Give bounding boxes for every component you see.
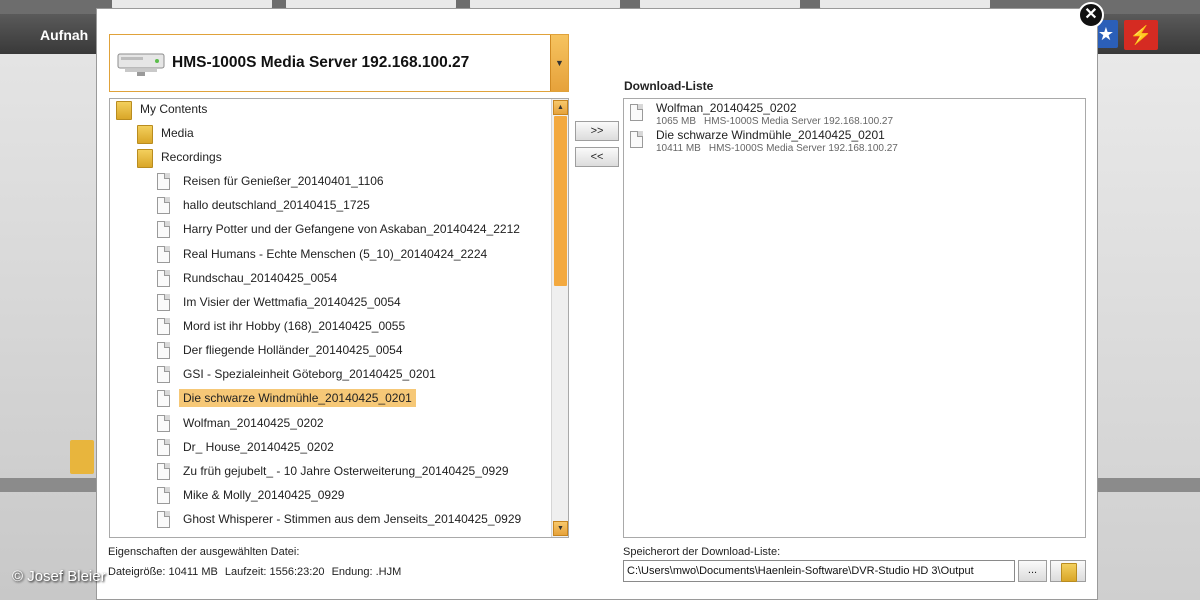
- close-icon[interactable]: ✕: [1078, 2, 1104, 28]
- browse-button[interactable]: ...: [1018, 560, 1047, 582]
- recording-item-selected[interactable]: Die schwarze Windmühle_20140425_0201: [157, 387, 416, 409]
- recording-label: Mike & Molly_20140425_0929: [183, 488, 345, 502]
- download-item-server: HMS-1000S Media Server 192.168.100.27: [708, 143, 898, 154]
- recording-item[interactable]: Wolfman_20140425_0202: [157, 412, 328, 434]
- download-item-size: 10411 MB: [656, 143, 701, 154]
- folder-icon: [137, 148, 153, 168]
- file-icon: [157, 510, 170, 528]
- recording-item[interactable]: hallo deutschland_20140415_1725: [157, 194, 374, 216]
- tree-folder-label: Recordings: [161, 150, 222, 164]
- file-icon: [157, 269, 170, 287]
- copyright-watermark: © Josef Bleier: [12, 568, 106, 585]
- file-icon: [157, 196, 170, 214]
- file-properties-title: Eigenschaften der ausgewählten Datei:: [108, 546, 300, 558]
- recording-label: Der fliegende Holländer_20140425_0054: [183, 343, 403, 357]
- download-item-server: HMS-1000S Media Server 192.168.100.27: [704, 116, 894, 127]
- file-icon: [157, 317, 170, 335]
- folder-icon: [116, 100, 132, 120]
- recording-label: Im Visier der Wettmafia_20140425_0054: [183, 295, 401, 309]
- file-icon: [157, 438, 170, 456]
- recording-label: Harry Potter und der Gefangene von Askab…: [183, 222, 520, 236]
- scroll-up-icon[interactable]: ▲: [553, 100, 568, 115]
- file-extension: Endung: .HJM: [331, 566, 402, 578]
- recording-label: Real Humans - Echte Menschen (5_10)_2014…: [183, 247, 488, 261]
- file-icon: [630, 131, 643, 148]
- open-folder-button[interactable]: [1050, 560, 1086, 582]
- chevron-down-icon[interactable]: ▼: [550, 35, 568, 91]
- recording-label: Zu früh gejubelt_ - 10 Jahre Osterweiter…: [183, 464, 509, 478]
- recording-label: Ghost Whisperer - Stimmen aus dem Jensei…: [183, 512, 522, 526]
- file-size: Dateigröße: 10411 MB: [108, 566, 218, 578]
- file-icon: [157, 365, 170, 383]
- recording-label: Die schwarze Windmühle_20140425_0201: [179, 389, 416, 407]
- recording-item[interactable]: Harry Potter und der Gefangene von Askab…: [157, 218, 524, 240]
- recording-item[interactable]: Der fliegende Holländer_20140425_0054: [157, 339, 407, 361]
- tree-scrollbar[interactable]: ▲ ▼: [551, 99, 568, 537]
- file-properties: Dateigröße: 10411 MB Laufzeit: 1556:23:20…: [108, 566, 401, 578]
- background-right-panel: [1098, 54, 1200, 600]
- recording-label: Mord ist ihr Hobby (168)_20140425_0055: [183, 319, 406, 333]
- lightning-icon[interactable]: ⚡: [1124, 20, 1158, 50]
- file-icon: [157, 172, 170, 190]
- recording-label: GSI - Spezialeinheit Göteborg_20140425_0…: [183, 367, 436, 381]
- recording-item[interactable]: Mord ist ihr Hobby (168)_20140425_0055: [157, 315, 409, 337]
- file-icon: [157, 245, 170, 263]
- background-app-title: Aufnah: [40, 27, 89, 43]
- recording-item[interactable]: Real Humans - Echte Menschen (5_10)_2014…: [157, 243, 491, 265]
- scroll-thumb[interactable]: [554, 116, 567, 286]
- file-duration: Laufzeit: 1556:23:20: [224, 566, 325, 578]
- recording-label: Rundschau_20140425_0054: [183, 271, 338, 285]
- background-left-panel: [0, 54, 96, 600]
- recording-item[interactable]: GSI - Spezialeinheit Göteborg_20140425_0…: [157, 363, 440, 385]
- file-icon: [157, 389, 170, 407]
- recording-item[interactable]: Reisen für Genießer_20140401_1106: [157, 170, 388, 192]
- tree-folder-media[interactable]: Media: [137, 122, 198, 144]
- tree-root-label: My Contents: [140, 102, 208, 116]
- scroll-down-icon[interactable]: ▼: [553, 521, 568, 536]
- tree-root[interactable]: My Contents: [116, 99, 211, 120]
- recording-item[interactable]: Mike & Molly_20140425_0929: [157, 484, 348, 506]
- add-to-list-button[interactable]: >>: [575, 121, 619, 141]
- download-list-item[interactable]: Die schwarze Windmühle_20140425_0201 104…: [630, 129, 898, 155]
- save-location-input[interactable]: [623, 560, 1015, 582]
- download-item-meta: 10411 MB HMS-1000S Media Server 192.168.1…: [656, 142, 898, 155]
- recording-label: Dr_ House_20140425_0202: [183, 440, 334, 454]
- file-icon: [157, 341, 170, 359]
- file-icon: [157, 293, 170, 311]
- server-label: HMS-1000S Media Server 192.168.100.27: [172, 54, 470, 71]
- recording-item[interactable]: Im Visier der Wettmafia_20140425_0054: [157, 291, 405, 313]
- download-list-item[interactable]: Wolfman_20140425_0202 1065 MB HMS-1000S M…: [630, 102, 893, 128]
- file-icon: [157, 220, 170, 238]
- recording-label: Wolfman_20140425_0202: [183, 416, 324, 430]
- download-list-heading: Download-Liste: [624, 79, 714, 93]
- file-icon: [630, 104, 643, 121]
- content-tree: My Contents Media Recordings Reisen für …: [109, 98, 569, 538]
- download-item-name: Wolfman_20140425_0202: [656, 101, 797, 115]
- download-item-size: 1065 MB: [656, 116, 697, 127]
- background-folder-icon: [70, 440, 94, 474]
- recording-label: hallo deutschland_20140415_1725: [183, 198, 370, 212]
- server-select[interactable]: HMS-1000S Media Server 192.168.100.27 ▼: [109, 34, 569, 92]
- recording-item[interactable]: Zu früh gejubelt_ - 10 Jahre Osterweiter…: [157, 460, 513, 482]
- recording-item[interactable]: Dr_ House_20140425_0202: [157, 436, 338, 458]
- recording-label: Reisen für Genießer_20140401_1106: [183, 174, 384, 188]
- folder-icon: [1061, 563, 1077, 582]
- folder-icon: [137, 124, 153, 144]
- download-list: Wolfman_20140425_0202 1065 MB HMS-1000S M…: [623, 98, 1086, 538]
- save-location-title: Speicherort der Download-Liste:: [623, 546, 781, 558]
- download-item-meta: 1065 MB HMS-1000S Media Server 192.168.10…: [656, 115, 893, 128]
- tree-folder-label: Media: [161, 126, 194, 140]
- file-icon: [157, 414, 170, 432]
- download-dialog: HMS-1000S Media Server 192.168.100.27 ▼ …: [96, 8, 1098, 600]
- recording-item[interactable]: Ghost Whisperer - Stimmen aus dem Jensei…: [157, 508, 525, 530]
- media-server-icon: [117, 53, 165, 76]
- tree-folder-recordings[interactable]: Recordings: [137, 146, 226, 168]
- file-icon: [157, 462, 170, 480]
- download-item-name: Die schwarze Windmühle_20140425_0201: [656, 128, 885, 142]
- file-icon: [157, 486, 170, 504]
- recording-item[interactable]: Rundschau_20140425_0054: [157, 267, 341, 289]
- remove-from-list-button[interactable]: <<: [575, 147, 619, 167]
